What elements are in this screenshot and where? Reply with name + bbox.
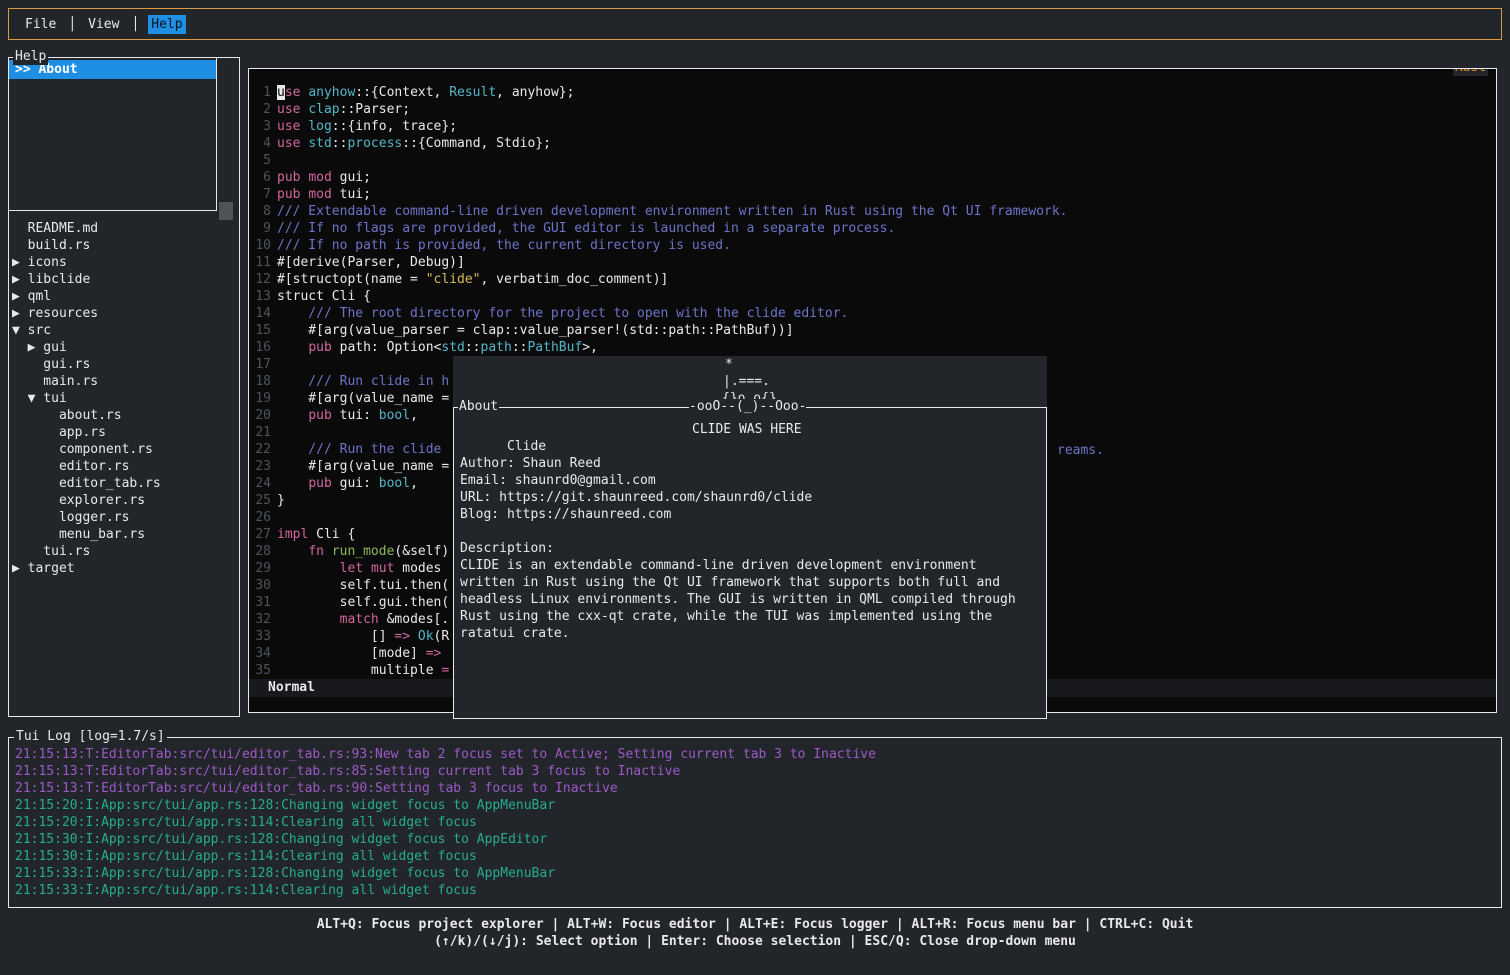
ascii-art-feet: -ooO--(_)--Ooo- <box>689 399 806 415</box>
description-line: Rust using the cxx-qt crate, while the T… <box>454 608 1046 625</box>
language-badge: Rust <box>1453 68 1488 76</box>
code-line: 8/// Extendable command-line driven deve… <box>255 203 1494 220</box>
tree-item[interactable]: README.md <box>9 220 239 237</box>
tree-item[interactable]: ▼ src <box>9 322 239 339</box>
code-line: 11#[derive(Parser, Debug)] <box>255 254 1494 271</box>
tree-item[interactable]: ▼ tui <box>9 390 239 407</box>
about-dialog-box: About -ooO--(_)--Ooo- Clide CLIDE WAS HE… <box>453 407 1047 719</box>
menu-separator: │ <box>131 16 139 33</box>
text-cursor: u <box>277 85 285 100</box>
explorer-scrollbar-thumb[interactable] <box>219 202 233 220</box>
tree-item[interactable]: explorer.rs <box>9 492 239 509</box>
app-tagline: CLIDE WAS HERE <box>692 421 802 438</box>
tree-item[interactable]: logger.rs <box>9 509 239 526</box>
tree-item[interactable]: about.rs <box>9 407 239 424</box>
tree-item[interactable]: main.rs <box>9 373 239 390</box>
about-header-row: Clide CLIDE WAS HERE <box>454 421 1046 438</box>
about-dialog-title: About <box>458 399 499 415</box>
description-line: written in Rust using the Qt UI framewor… <box>454 574 1046 591</box>
code-line: 3use log::{info, trace}; <box>255 118 1494 135</box>
help-dropdown-title: Help <box>13 49 48 65</box>
tree-item[interactable]: build.rs <box>9 237 239 254</box>
about-info-line: Email: shaunrd0@gmail.com <box>454 472 1046 489</box>
menu-item-help[interactable]: Help <box>148 15 185 34</box>
code-line: 10/// If no path is provided, the curren… <box>255 237 1494 254</box>
code-line: 6pub mod gui; <box>255 169 1494 186</box>
editor-tabs: build.rsgui.rsmain.rsabout.rsLICENSEREAD… <box>250 49 821 66</box>
log-line: 21:15:20:I:App:src/tui/app.rs:128:Changi… <box>15 797 1501 814</box>
log-line: 21:15:33:I:App:src/tui/app.rs:114:Cleari… <box>15 882 1501 899</box>
code-line: 7pub mod tui; <box>255 186 1494 203</box>
log-line: 21:15:13:T:EditorTab:src/tui/editor_tab.… <box>15 746 1501 763</box>
tree-item[interactable]: ▶ icons <box>9 254 239 271</box>
about-info-line: URL: https://git.shaunreed.com/shaunrd0/… <box>454 489 1046 506</box>
menu-item-view[interactable]: View <box>85 15 122 34</box>
code-line: 16 pub path: Option<std::path::PathBuf>, <box>255 339 1494 356</box>
code-line: 4use std::process::{Command, Stdio}; <box>255 135 1494 152</box>
tree-item[interactable]: menu_bar.rs <box>9 526 239 543</box>
tree-item[interactable]: ▶ libclide <box>9 271 239 288</box>
spacer-row <box>454 438 1046 455</box>
spacer-row <box>454 523 1046 540</box>
file-tree: README.md build.rs▶ icons▶ libclide▶ qml… <box>9 220 239 577</box>
tree-item[interactable]: ▶ target <box>9 560 239 577</box>
log-lines: 21:15:13:T:EditorTab:src/tui/editor_tab.… <box>9 738 1501 899</box>
about-info-line: Author: Shaun Reed <box>454 455 1046 472</box>
tree-item[interactable]: editor_tab.rs <box>9 475 239 492</box>
tree-item[interactable]: ▶ resources <box>9 305 239 322</box>
help-dropdown-menu: Help >> About <box>8 57 217 211</box>
menu-item-file[interactable]: File <box>22 15 59 34</box>
log-line: 21:15:13:T:EditorTab:src/tui/editor_tab.… <box>15 780 1501 797</box>
log-line: 21:15:33:I:App:src/tui/app.rs:128:Changi… <box>15 865 1501 882</box>
shortcut-line-2: (↑/k)/(↓/j): Select option | Enter: Choo… <box>0 933 1510 950</box>
code-line: 2use clap::Parser; <box>255 101 1494 118</box>
description-line: headless Linux environments. The GUI is … <box>454 591 1046 608</box>
code-line: 13struct Cli { <box>255 288 1494 305</box>
code-line: 12#[structopt(name = "clide", verbatim_d… <box>255 271 1494 288</box>
tree-item[interactable]: app.rs <box>9 424 239 441</box>
about-dialog: *|.===.{}o o{} About -ooO--(_)--Ooo- Cli… <box>453 356 1047 719</box>
description-line: ratatui crate. <box>454 625 1046 642</box>
code-line: 9/// If no flags are provided, the GUI e… <box>255 220 1494 237</box>
description-line: CLIDE is an extendable command-line driv… <box>454 557 1046 574</box>
about-description: CLIDE is an extendable command-line driv… <box>454 557 1046 642</box>
tree-item[interactable]: component.rs <box>9 441 239 458</box>
code-line: 15 #[arg(value_parser = clap::value_pars… <box>255 322 1494 339</box>
tree-item[interactable]: ▶ gui <box>9 339 239 356</box>
code-line: 1use anyhow::{Context, Result, anyhow}; <box>255 84 1494 101</box>
tui-log-panel[interactable]: Tui Log [log=1.7/s] 21:15:13:T:EditorTab… <box>8 737 1502 908</box>
shortcut-bar: ALT+Q: Focus project explorer | ALT+W: F… <box>0 916 1510 950</box>
ascii-art-line: * <box>725 356 733 373</box>
about-info-lines: Author: Shaun ReedEmail: shaunrd0@gmail.… <box>454 455 1046 523</box>
tree-item[interactable]: editor.rs <box>9 458 239 475</box>
menu-separator: │ <box>68 16 76 33</box>
ascii-art-line: |.===. <box>723 373 770 390</box>
menu-bar: File │ View │ Help <box>8 8 1502 40</box>
log-line: 21:15:30:I:App:src/tui/app.rs:128:Changi… <box>15 831 1501 848</box>
tree-item[interactable]: gui.rs <box>9 356 239 373</box>
about-info-line: Blog: https://shaunreed.com <box>454 506 1046 523</box>
log-line: 21:15:20:I:App:src/tui/app.rs:114:Cleari… <box>15 814 1501 831</box>
code-line: 14 /// The root directory for the projec… <box>255 305 1494 322</box>
log-line: 21:15:30:I:App:src/tui/app.rs:114:Cleari… <box>15 848 1501 865</box>
log-line: 21:15:13:T:EditorTab:src/tui/editor_tab.… <box>15 763 1501 780</box>
description-label: Description: <box>454 540 1046 557</box>
tree-item[interactable]: tui.rs <box>9 543 239 560</box>
tree-item[interactable]: ▶ qml <box>9 288 239 305</box>
shortcut-line-1: ALT+Q: Focus project explorer | ALT+W: F… <box>0 916 1510 933</box>
tui-log-title: Tui Log [log=1.7/s] <box>14 729 167 745</box>
code-line: 5 <box>255 152 1494 169</box>
code-fragment: reams. <box>1057 442 1104 459</box>
